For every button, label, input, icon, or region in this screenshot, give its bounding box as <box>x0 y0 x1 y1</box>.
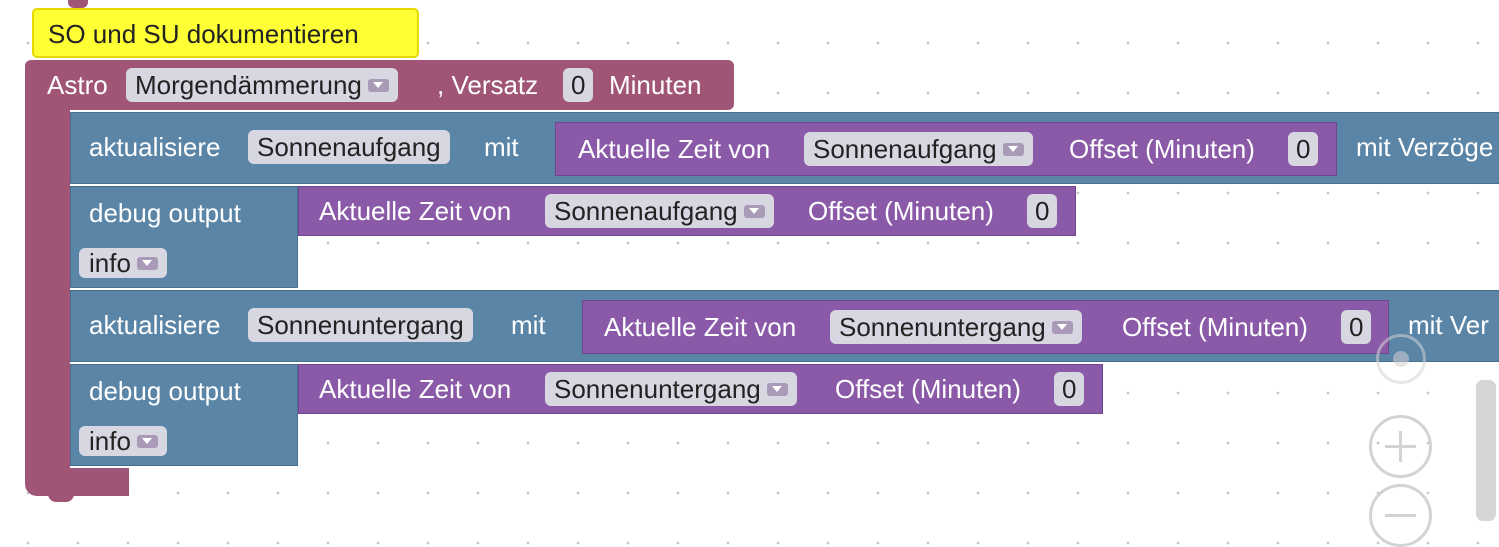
time-value-block-sunrise-1[interactable]: Aktuelle Zeit von Sonnenaufgang Offset (… <box>555 122 1337 176</box>
time-value-block-sunrise-2[interactable]: Aktuelle Zeit von Sonnenaufgang Offset (… <box>298 186 1076 236</box>
time-value-block-sunset-1[interactable]: Aktuelle Zeit von Sonnenuntergang Offset… <box>582 300 1389 354</box>
time-value-label: Aktuelle Zeit von <box>578 134 771 164</box>
comment-text: SO und SU dokumentieren <box>48 19 359 49</box>
astro-event-dropdown[interactable]: Morgendämmerung <box>126 68 398 102</box>
astro-block-bottom-notch <box>48 494 74 502</box>
time-value-dropdown[interactable]: Sonnenaufgang <box>545 194 774 228</box>
vertical-scrollbar[interactable] <box>1476 380 1496 521</box>
chevron-down-icon <box>136 257 158 270</box>
log-level-value: info <box>89 426 131 456</box>
time-value-dropdown[interactable]: Sonnenuntergang <box>830 310 1082 344</box>
time-value-selected: Sonnenuntergang <box>839 312 1046 342</box>
update-with-label: mit <box>511 310 546 340</box>
offset-label: Offset (Minuten) <box>835 374 1021 404</box>
comment-stub <box>68 0 88 8</box>
update-variable-sunrise[interactable]: Sonnenaufgang <box>248 130 450 164</box>
time-value-dropdown[interactable]: Sonnenaufgang <box>804 132 1033 166</box>
astro-offset-input[interactable]: 0 <box>563 68 594 102</box>
offset-label: Offset (Minuten) <box>1069 134 1255 164</box>
time-value-selected: Sonnenaufgang <box>813 134 997 164</box>
astro-label: Astro <box>47 70 108 100</box>
chevron-down-icon <box>766 383 788 396</box>
astro-event-value: Morgendämmerung <box>135 70 362 100</box>
update-keyword: aktualisiere <box>89 132 221 162</box>
target-icon[interactable] <box>1376 334 1426 384</box>
astro-block-spine <box>25 100 70 470</box>
update-with-label: mit <box>484 132 519 162</box>
time-value-dropdown[interactable]: Sonnenuntergang <box>545 372 797 406</box>
time-value-label: Aktuelle Zeit von <box>319 374 512 404</box>
debug-output-block-sunrise[interactable]: debug output info <box>70 186 298 288</box>
chevron-down-icon <box>1051 321 1073 334</box>
astro-block[interactable]: Astro Morgendämmerung , Versatz 0 Minute… <box>25 60 734 110</box>
offset-input[interactable]: 0 <box>1288 132 1319 166</box>
offset-input[interactable]: 0 <box>1027 194 1058 228</box>
chevron-down-icon <box>136 435 158 448</box>
astro-unit-label: Minuten <box>609 70 702 100</box>
update-delay-label: mit Verzöge <box>1356 132 1494 162</box>
log-level-value: info <box>89 248 131 278</box>
time-value-selected: Sonnenaufgang <box>554 196 738 226</box>
chevron-down-icon <box>1002 143 1024 156</box>
offset-label: Offset (Minuten) <box>1122 312 1308 342</box>
debug-keyword: debug output <box>89 376 241 406</box>
plus-icon[interactable] <box>1369 415 1432 478</box>
offset-input[interactable]: 0 <box>1341 310 1372 344</box>
astro-block-foot <box>25 468 129 496</box>
time-value-label: Aktuelle Zeit von <box>604 312 797 342</box>
offset-label: Offset (Minuten) <box>808 196 994 226</box>
astro-offset-label: , Versatz <box>437 70 539 100</box>
time-value-label: Aktuelle Zeit von <box>319 196 512 226</box>
time-value-block-sunset-2[interactable]: Aktuelle Zeit von Sonnenuntergang Offset… <box>298 364 1103 414</box>
log-level-dropdown[interactable]: info <box>79 248 167 278</box>
comment-block[interactable]: SO und SU dokumentieren <box>32 8 419 58</box>
update-keyword: aktualisiere <box>89 310 221 340</box>
chevron-down-icon <box>367 79 389 92</box>
chevron-down-icon <box>743 205 765 218</box>
debug-output-block-sunset[interactable]: debug output info <box>70 364 298 466</box>
log-level-dropdown[interactable]: info <box>79 426 167 456</box>
offset-input[interactable]: 0 <box>1054 372 1085 406</box>
minus-icon[interactable] <box>1369 484 1432 547</box>
time-value-selected: Sonnenuntergang <box>554 374 761 404</box>
update-variable-sunset[interactable]: Sonnenuntergang <box>248 308 473 342</box>
debug-keyword: debug output <box>89 198 241 228</box>
update-delay-label: mit Ver <box>1408 310 1489 340</box>
